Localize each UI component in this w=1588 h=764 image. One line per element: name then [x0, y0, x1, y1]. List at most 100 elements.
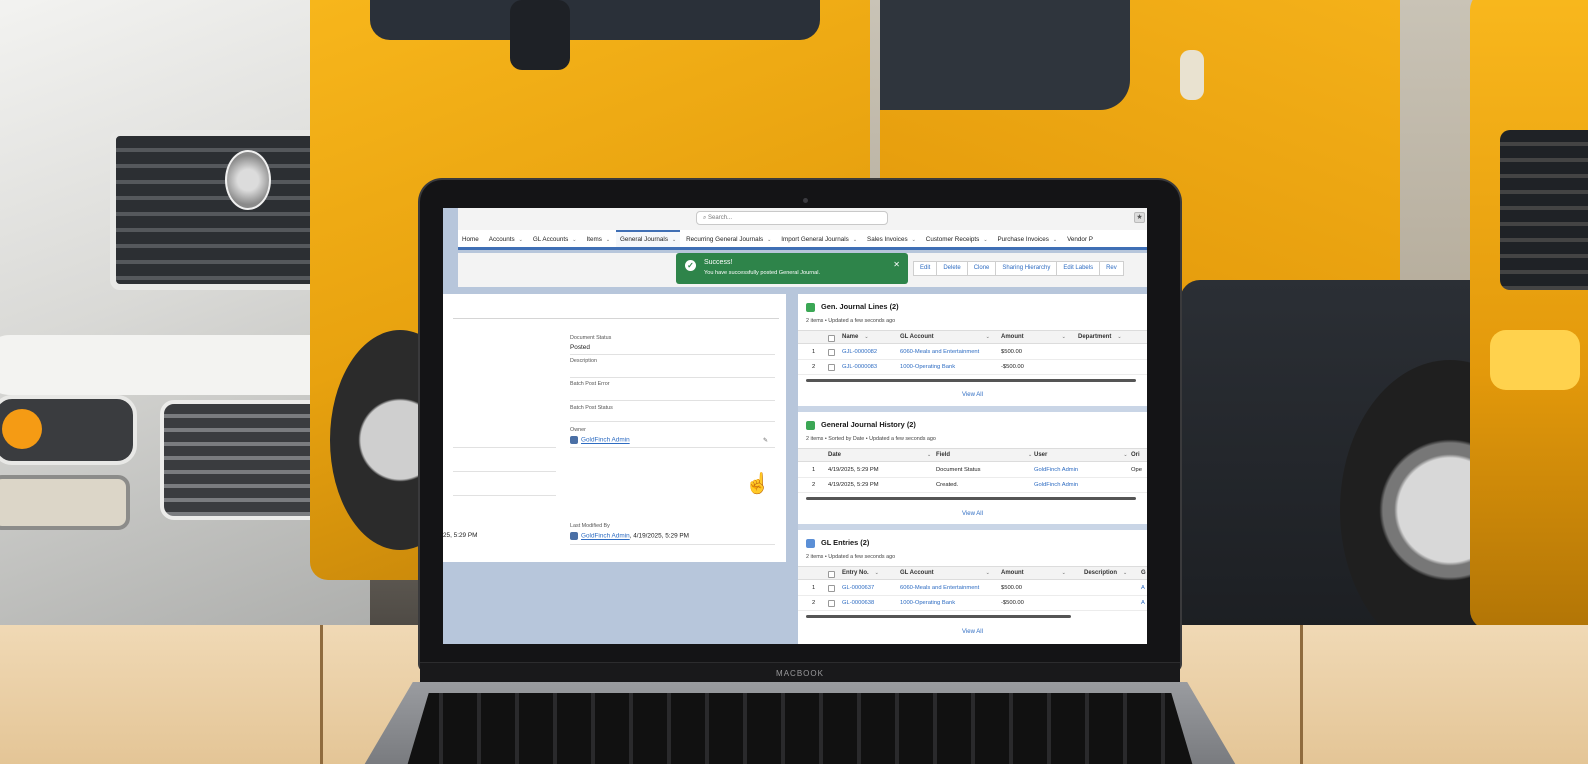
batch-post-status-label: Batch Post Status	[570, 405, 613, 411]
column-header[interactable]: Amount ⌄	[1001, 331, 1066, 344]
nav-import-general-journals[interactable]: Import General Journals ⌄	[777, 231, 861, 247]
column-header[interactable]: Amount ⌄	[1001, 567, 1066, 580]
laptop-screen: ⌕ Search... ★ Home Accounts ⌄ GL Accounts…	[443, 208, 1147, 644]
horizontal-scrollbar[interactable]	[806, 379, 1136, 382]
close-icon[interactable]: ✕	[893, 260, 900, 269]
row-checkbox[interactable]	[828, 364, 835, 371]
last-modified-date: , 4/19/2025, 5:29 PM	[629, 532, 690, 540]
row-checkbox[interactable]	[828, 349, 835, 356]
gl-entry-link[interactable]: GL-0000637	[842, 581, 874, 596]
truck-logo	[225, 150, 271, 210]
star-icon[interactable]: ★	[1134, 212, 1145, 223]
gl-entry-link[interactable]: GL-0000638	[842, 596, 874, 611]
sharing-hierarchy-button[interactable]: Sharing Hierarchy	[995, 261, 1058, 276]
gl-extra[interactable]: A	[1141, 596, 1145, 611]
column-header[interactable]: Department ⌄	[1078, 331, 1122, 344]
view-all-link[interactable]: View All	[798, 392, 1147, 398]
nav-general-journals[interactable]: General Journals ⌄	[616, 230, 681, 247]
column-header[interactable]: User ⌄	[1034, 449, 1128, 462]
select-all-checkbox[interactable]	[828, 571, 835, 578]
gl-entries-card: GL Entries (2) 2 items • Updated a few s…	[798, 530, 1147, 644]
row-number: 2	[812, 364, 816, 370]
row-number: 1	[812, 585, 816, 591]
table-row[interactable]: 2 GL-0000638 1000-Operating Bank -$500.0…	[798, 596, 1147, 611]
history-header: Date ⌄ Field ⌄ User ⌄ Ori	[798, 448, 1147, 462]
yellow-truck-right	[1470, 0, 1588, 630]
table-icon	[806, 420, 815, 430]
chevron-down-icon: ⌄	[852, 237, 858, 243]
history-title: General Journal History (2)	[806, 420, 916, 430]
nav-recurring-general-journals[interactable]: Recurring General Journals ⌄	[682, 231, 775, 247]
delete-button[interactable]: Delete	[936, 261, 968, 276]
gl-extra[interactable]: A	[1141, 581, 1145, 596]
column-header[interactable]: Ori	[1131, 449, 1140, 462]
gl-account-link[interactable]: 6060-Meals and Entertainment	[900, 581, 979, 596]
gl-entries-title: GL Entries (2)	[806, 538, 869, 548]
global-header: ⌕ Search... ★	[458, 208, 1147, 230]
search-input[interactable]: ⌕ Search...	[696, 211, 888, 225]
column-header[interactable]: Date ⌄	[828, 449, 931, 462]
avatar	[570, 436, 578, 444]
table-row[interactable]: 1 GJL-0000082 6060-Meals and Entertainme…	[798, 345, 1147, 360]
view-all-link[interactable]: View All	[798, 629, 1147, 635]
gl-account-link[interactable]: 1000-Operating Bank	[900, 360, 955, 375]
table-row[interactable]: 1 GL-0000637 6060-Meals and Entertainmen…	[798, 581, 1147, 596]
success-toast: ✓ Success! You have successfully posted …	[676, 253, 908, 284]
nav-home[interactable]: Home	[458, 231, 483, 247]
journal-lines-card: Gen. Journal Lines (2) 2 items • Updated…	[798, 294, 1147, 406]
select-all-checkbox[interactable]	[828, 335, 835, 342]
column-header[interactable]: Entry No. ⌄	[842, 567, 879, 580]
owner-value: GoldFinch Admin	[570, 436, 630, 444]
column-header[interactable]: GL Account ⌄	[900, 331, 990, 344]
horizontal-scrollbar[interactable]	[806, 615, 1071, 618]
toast-title: Success!	[704, 259, 733, 266]
chevron-down-icon: ⌄	[983, 237, 988, 243]
search-placeholder: Search...	[708, 215, 733, 221]
action-buttons: Edit Delete Clone Sharing Hierarchy Edit Lab…	[913, 261, 1124, 276]
reverse-button[interactable]: Rev	[1099, 261, 1124, 276]
journal-line-link[interactable]: GJL-0000082	[842, 345, 877, 360]
nav-items[interactable]: Items ⌄	[582, 231, 614, 247]
gl-account-link[interactable]: 6060-Meals and Entertainment	[900, 345, 979, 360]
chevron-down-icon: ⌄	[572, 237, 577, 243]
chevron-down-icon: ⌄	[605, 237, 611, 243]
table-icon	[806, 302, 815, 312]
nav-sales-invoices[interactable]: Sales Invoices ⌄	[863, 231, 920, 247]
row-checkbox[interactable]	[828, 600, 835, 607]
column-header[interactable]: GL Account ⌄	[900, 567, 990, 580]
table-row[interactable]: 2 4/19/2025, 5:29 PM Created. GoldFinch …	[798, 478, 1147, 493]
column-header[interactable]: Description ⌄	[1084, 567, 1127, 580]
row-checkbox[interactable]	[828, 585, 835, 592]
batch-post-error-label: Batch Post Error	[570, 381, 610, 387]
clone-button[interactable]: Clone	[966, 261, 997, 276]
pencil-icon[interactable]: ✎	[763, 437, 768, 444]
nav-accounts[interactable]: Accounts ⌄	[485, 231, 527, 247]
amount: -$500.00	[1001, 600, 1024, 606]
table-row[interactable]: 1 4/19/2025, 5:29 PM Document Status Gol…	[798, 463, 1147, 478]
nav-purchase-invoices[interactable]: Purchase Invoices ⌄	[993, 231, 1061, 247]
description-label: Description	[570, 358, 597, 364]
edit-button[interactable]: Edit	[913, 261, 938, 276]
history-date: 4/19/2025, 5:29 PM	[828, 467, 879, 473]
nav-customer-receipts[interactable]: Customer Receipts ⌄	[922, 231, 992, 247]
horizontal-scrollbar[interactable]	[806, 497, 1136, 500]
history-user-link[interactable]: GoldFinch Admin	[1034, 478, 1078, 493]
history-user-link[interactable]: GoldFinch Admin	[1034, 463, 1078, 478]
view-all-link[interactable]: View All	[798, 511, 1147, 517]
history-card: General Journal History (2) 2 items • So…	[798, 412, 1147, 524]
history-date: 4/19/2025, 5:29 PM	[828, 482, 879, 488]
history-field: Created.	[936, 482, 959, 488]
nav-gl-accounts[interactable]: GL Accounts ⌄	[529, 231, 581, 247]
table-icon	[806, 538, 815, 548]
edit-labels-button[interactable]: Edit Labels	[1056, 261, 1101, 276]
last-modified-user-link[interactable]: GoldFinch Admin	[581, 533, 630, 540]
journal-line-link[interactable]: GJL-0000083	[842, 360, 877, 375]
nav-vendor[interactable]: Vendor P	[1063, 231, 1097, 247]
column-header[interactable]: Name ⌄	[842, 331, 869, 344]
table-row[interactable]: 2 GJL-0000083 1000-Operating Bank -$500.…	[798, 360, 1147, 375]
history-original: Ope	[1131, 467, 1142, 473]
owner-link[interactable]: GoldFinch Admin	[581, 437, 630, 444]
column-header[interactable]: Field ⌄	[936, 449, 1032, 462]
gl-account-link[interactable]: 1000-Operating Bank	[900, 596, 955, 611]
column-header[interactable]: G	[1141, 567, 1146, 580]
